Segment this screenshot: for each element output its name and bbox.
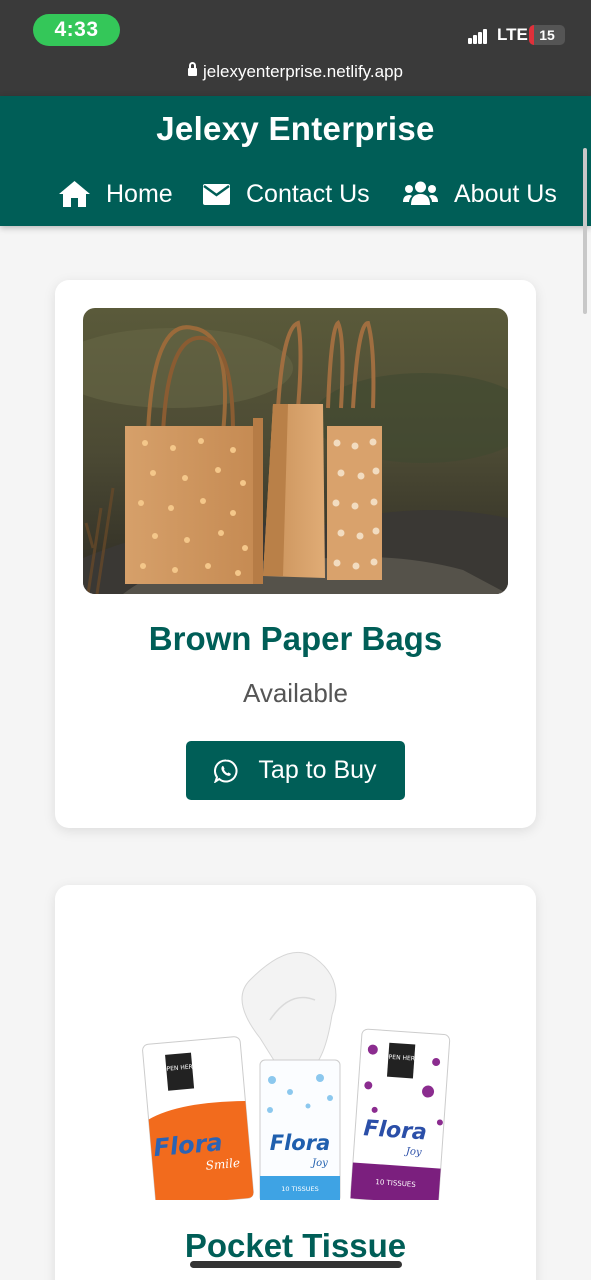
svg-text:Flora: Flora: [270, 1131, 331, 1155]
address-bar[interactable]: jelexyenterprise.netlify.app: [0, 62, 591, 82]
nav-about-label: About Us: [454, 179, 557, 208]
nav-home-label: Home: [106, 179, 173, 208]
svg-text:10 TISSUES: 10 TISSUES: [281, 1185, 318, 1193]
product-card: OPEN HERE Flora Smile Flora Joy 10 TISSU…: [55, 885, 536, 1280]
nav-about[interactable]: About Us: [403, 176, 557, 212]
home-indicator: [190, 1261, 402, 1268]
clock: 4:33: [33, 14, 120, 46]
url-text: jelexyenterprise.netlify.app: [202, 62, 403, 81]
status-bar: 4:33 LTE 15 jelexyenterprise.netlify.app: [0, 0, 591, 96]
product-title: Brown Paper Bags: [148, 620, 443, 657]
signal-icon: [468, 28, 488, 44]
network-type: LTE: [497, 25, 528, 44]
product-status: Available: [242, 678, 349, 708]
product-image: OPEN HERE Flora Smile Flora Joy 10 TISSU…: [142, 951, 451, 1200]
site-header: Jelexy Enterprise Home Contact Us About …: [0, 96, 591, 226]
battery-level: 15: [539, 27, 555, 43]
product-card: Brown Paper Bags Available Tap to Buy: [55, 280, 536, 828]
product-image: [83, 308, 508, 594]
lock-icon: [187, 62, 197, 76]
product-title: Pocket Tissue: [184, 1227, 407, 1264]
scrollbar[interactable]: [583, 148, 587, 314]
nav-contact[interactable]: Contact Us: [203, 176, 370, 212]
tap-to-buy-label: Tap to Buy: [258, 756, 377, 784]
envelope-icon: [203, 183, 230, 205]
svg-text:Joy: Joy: [404, 1146, 423, 1158]
svg-text:Flora: Flora: [363, 1116, 428, 1145]
whatsapp-icon: [214, 759, 238, 783]
svg-text:Joy: Joy: [310, 1158, 328, 1169]
site-title: Jelexy Enterprise: [156, 110, 435, 147]
svg-text:Smile: Smile: [205, 1156, 240, 1173]
nav-home[interactable]: Home: [59, 176, 173, 212]
nav-contact-label: Contact Us: [246, 179, 370, 208]
home-icon: [59, 181, 90, 207]
main-nav: Home Contact Us About Us: [0, 176, 591, 212]
battery-icon: 15: [529, 25, 565, 45]
users-icon: [403, 181, 438, 205]
tap-to-buy-button[interactable]: Tap to Buy: [186, 741, 405, 800]
